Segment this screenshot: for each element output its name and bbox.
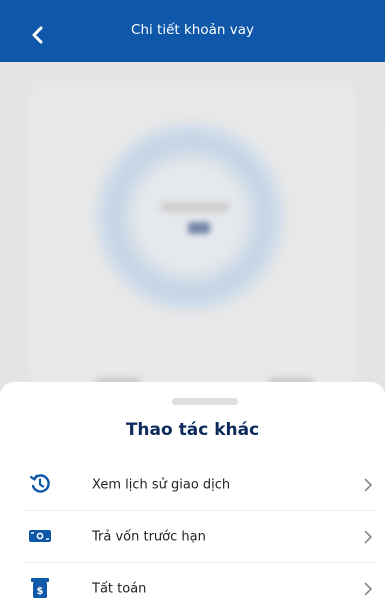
drag-handle[interactable] [172,398,238,405]
action-label: Xem lịch sử giao dịch [92,477,231,493]
cash-icon [28,525,52,547]
action-list: Xem lịch sử giao dịch Trả vốn trước hạn … [0,459,385,615]
action-label: Tất toán [92,581,147,597]
page-title: Chi tiết khoản vay [131,22,254,38]
action-early-repayment[interactable]: Trả vốn trước hạn [0,511,385,563]
svg-text:$: $ [37,586,44,597]
action-transaction-history[interactable]: Xem lịch sử giao dịch [0,459,385,511]
action-label: Trả vốn trước hạn [92,529,206,545]
receipt-icon: $ [28,577,52,599]
other-actions-sheet: Thao tác khác Xem lịch sử giao dịch Trả … [0,382,385,616]
chevron-right-icon [361,477,375,493]
loan-detail-screen: Chi tiết khoản vay Thao tác khác Xem lịc… [0,0,385,616]
chevron-right-icon [361,581,375,597]
sheet-title: Thao tác khác [125,420,260,440]
history-icon [28,473,52,495]
chevron-right-icon [361,529,375,545]
app-header: Chi tiết khoản vay [0,0,385,62]
action-settlement[interactable]: $ Tất toán [0,563,385,615]
